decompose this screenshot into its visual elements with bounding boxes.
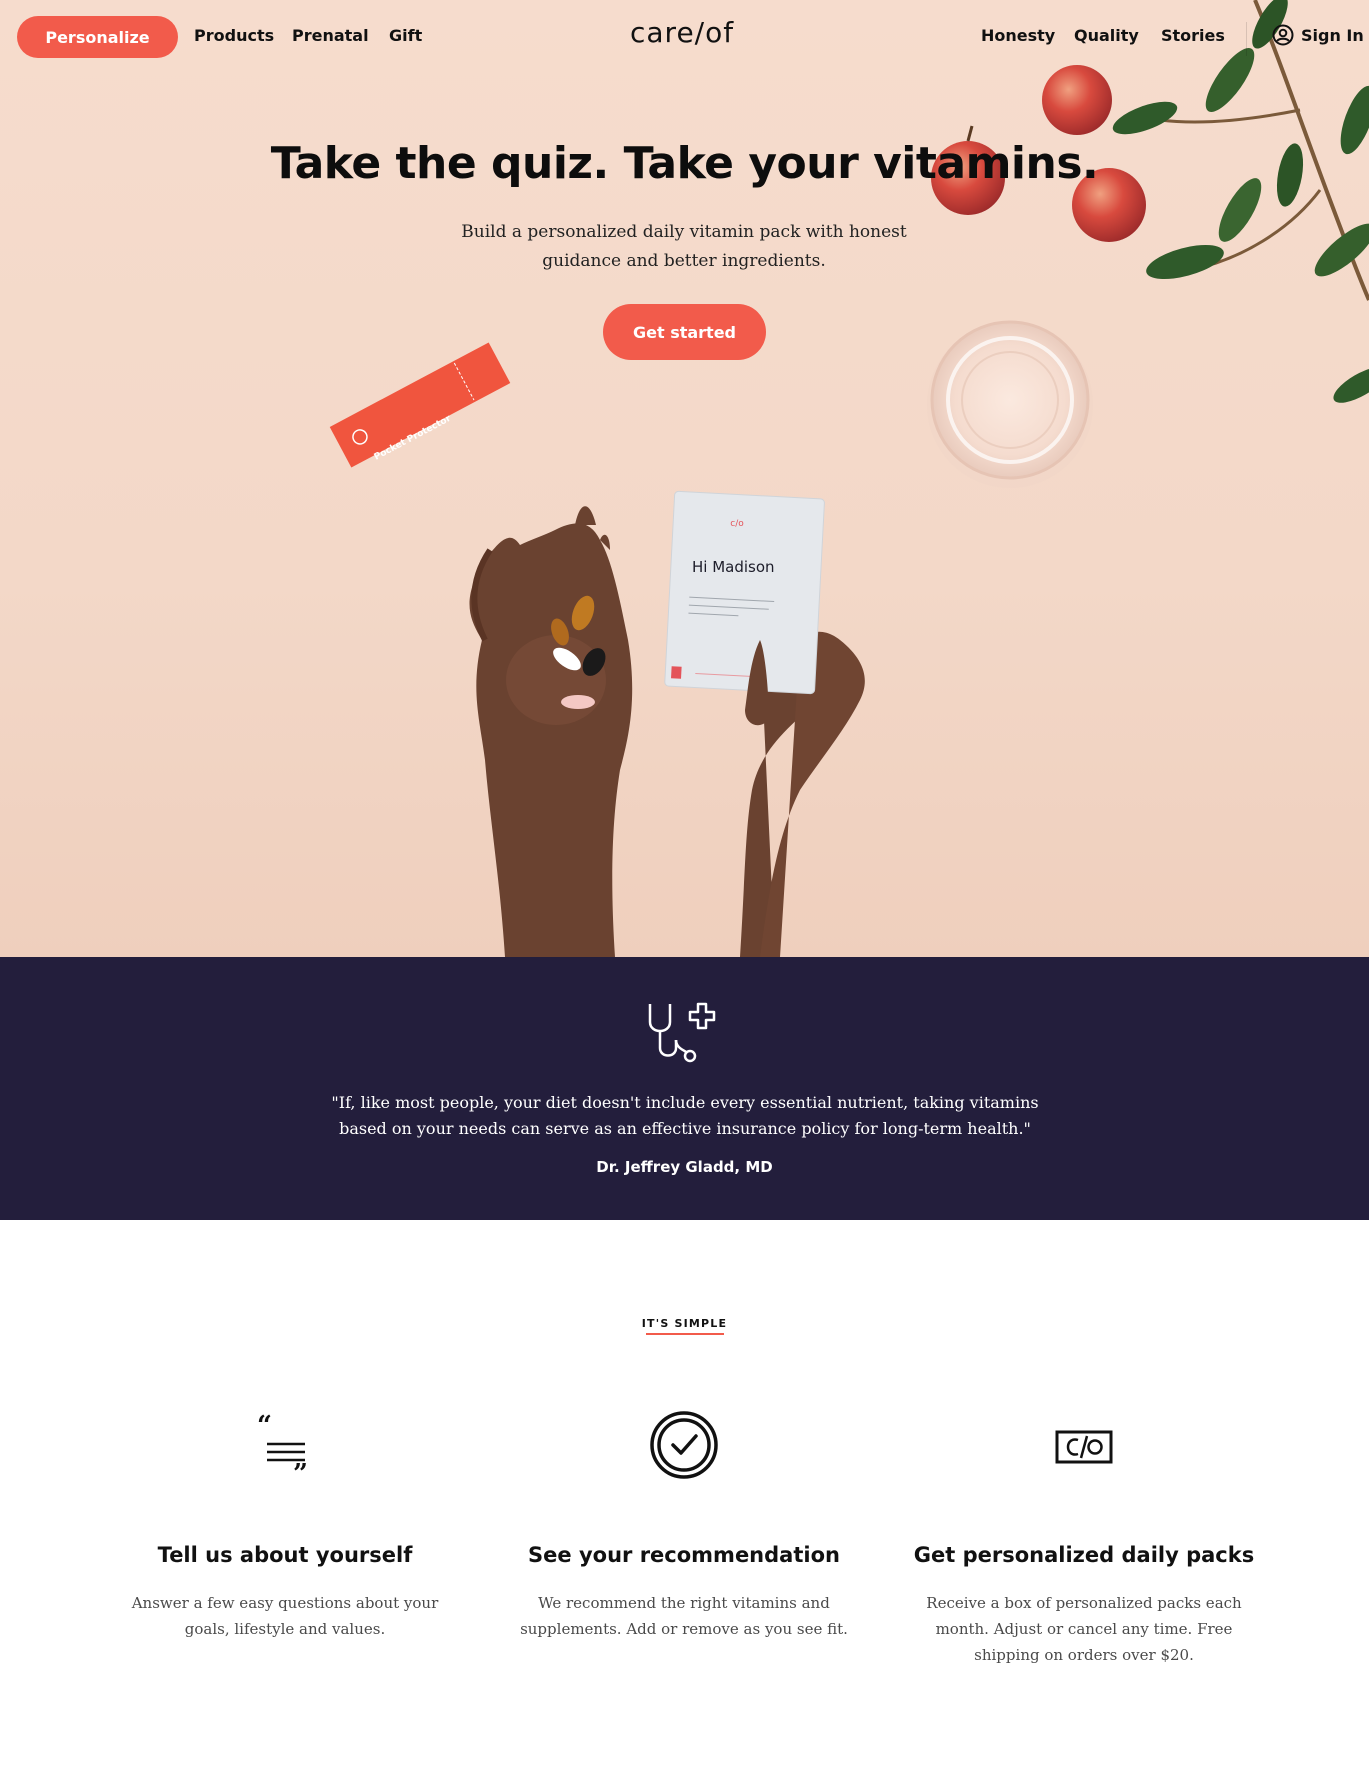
nav-link-honesty[interactable]: Honesty [981, 26, 1055, 45]
right-hand [740, 631, 865, 957]
water-glass [927, 320, 1093, 488]
kicker-underline [646, 1333, 724, 1335]
stethoscope-plus-icon [648, 1002, 716, 1063]
nav-link-gift[interactable]: Gift [389, 26, 422, 45]
stick-packet [329, 342, 511, 468]
step-title: See your recommendation [528, 1543, 840, 1567]
sign-in-label: Sign In [1301, 25, 1364, 45]
nav-link-quality[interactable]: Quality [1074, 26, 1139, 45]
doctor-quote-text: "If, like most people, your diet doesn't… [331, 1093, 1039, 1138]
nav-link-stories[interactable]: Stories [1161, 26, 1225, 45]
svg-text:“: “ [257, 1411, 272, 1441]
doctor-quote-author: Dr. Jeffrey Gladd, MD [596, 1158, 773, 1176]
svg-text:”: ” [293, 1459, 308, 1476]
step-title: Get personalized daily packs [913, 1543, 1255, 1567]
stick-label: Pocket Protector [373, 414, 453, 463]
step-title: Tell us about yourself [157, 1543, 413, 1567]
careof-box-icon [1055, 1430, 1113, 1464]
nav-divider [1246, 22, 1247, 56]
get-started-button[interactable]: Get started [603, 304, 766, 360]
right-thumb [745, 640, 769, 726]
top-nav: Personalize Products Prenatal Gift care/… [0, 0, 1369, 74]
personalize-button[interactable]: Personalize [17, 16, 178, 58]
hero-section: Pocket Protector c/o Hi Madison Personal… [0, 0, 1369, 957]
nav-link-prenatal[interactable]: Prenatal [292, 26, 369, 45]
step-description: We recommend the right vitamins and supp… [520, 1594, 848, 1638]
sachet-brand: c/o [730, 519, 744, 529]
user-circle-icon [1272, 24, 1294, 46]
step-description: Receive a box of personalized packs each… [926, 1594, 1242, 1664]
hero-title: Take the quiz. Take your vitamins. [270, 138, 1099, 189]
sachet-greeting: Hi Madison [692, 558, 775, 576]
quote-lines-icon: “ ” [257, 1411, 308, 1476]
sign-in-link[interactable]: Sign In [1272, 24, 1364, 46]
hero-subtitle: Build a personalized daily vitamin pack … [461, 222, 907, 271]
doctor-quote-section [0, 957, 1369, 1220]
nav-link-products[interactable]: Products [194, 26, 274, 45]
its-simple-kicker: IT'S SIMPLE [641, 1317, 728, 1330]
vitamin-sachet [664, 490, 825, 695]
step-description: Answer a few easy questions about your g… [131, 1594, 439, 1638]
left-hand [469, 506, 633, 957]
check-circle-icon [650, 1411, 718, 1479]
careof-logo[interactable]: care/of [630, 16, 734, 49]
